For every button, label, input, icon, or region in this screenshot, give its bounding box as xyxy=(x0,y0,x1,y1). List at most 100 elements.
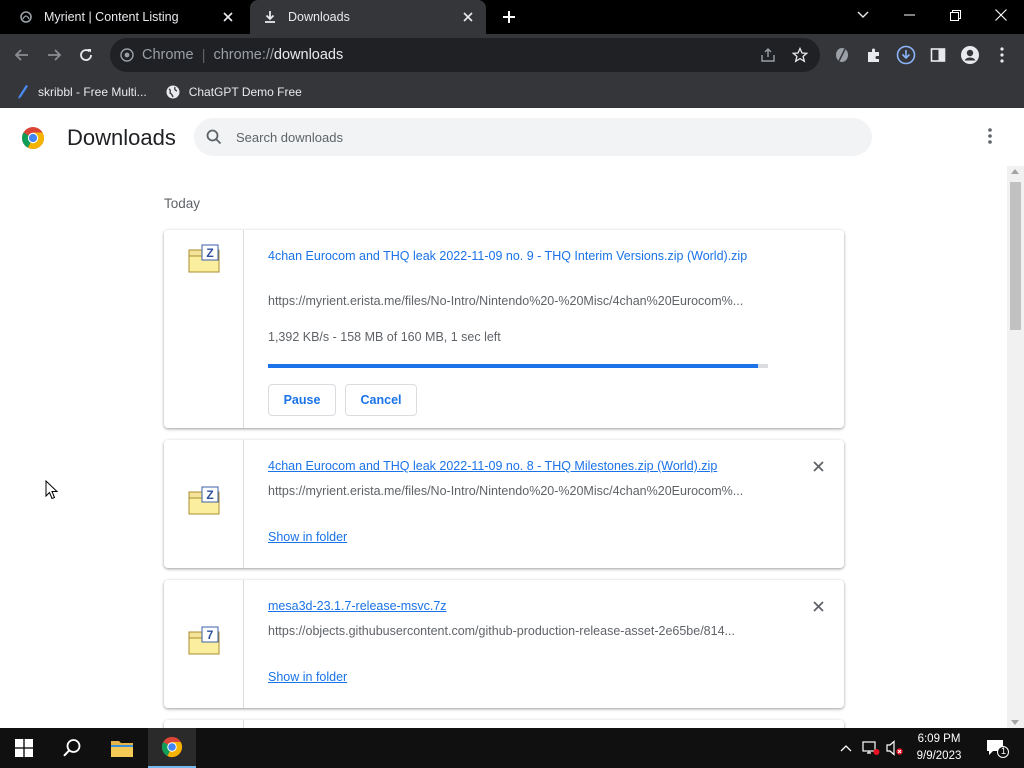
search-input[interactable] xyxy=(236,129,836,145)
download-icon xyxy=(262,9,278,25)
bookmark-star-icon[interactable] xyxy=(791,46,809,66)
arrow-right-icon xyxy=(48,49,62,61)
forward-button[interactable] xyxy=(41,42,67,68)
download-url: https://myrient.erista.me/files/No-Intro… xyxy=(268,294,744,308)
volume-button[interactable] xyxy=(884,728,906,768)
downloads-header: Downloads xyxy=(0,108,1024,166)
file-icon-column: 7 xyxy=(164,580,244,708)
close-icon xyxy=(812,460,824,472)
reload-icon xyxy=(80,49,92,61)
minimize-icon xyxy=(903,14,915,16)
close-tab-icon[interactable] xyxy=(458,7,478,27)
share-icon[interactable] xyxy=(760,47,776,66)
extensions-puzzle-icon[interactable] xyxy=(862,43,886,67)
new-tab-button[interactable] xyxy=(498,6,520,28)
close-tab-icon[interactable] xyxy=(218,7,238,27)
downloads-menu-button[interactable] xyxy=(978,124,1002,148)
scroll-up-icon[interactable] xyxy=(1011,169,1019,174)
7z-file-icon: 7 xyxy=(188,626,220,655)
download-filename-link[interactable]: mesa3d-23.1.7-release-msvc.7z xyxy=(268,596,447,616)
show-in-folder-link[interactable]: Show in folder xyxy=(268,530,347,544)
downloads-toolbar-icon[interactable] xyxy=(894,43,918,67)
start-button[interactable] xyxy=(0,728,48,768)
speaker-muted-icon xyxy=(886,740,903,756)
page-scrollbar[interactable] xyxy=(1007,166,1024,728)
chip-label: Chrome xyxy=(142,47,194,63)
title-bar: Myrient | Content Listing Downloads xyxy=(0,0,1024,34)
tab-title: Downloads xyxy=(288,10,350,24)
minimize-button[interactable] xyxy=(886,0,932,30)
file-explorer-button[interactable] xyxy=(98,728,146,768)
date-group-label: Today xyxy=(164,196,201,211)
downloads-page: Downloads Today Z 4chan Eurocom and THQ … xyxy=(0,108,1024,728)
scroll-down-icon[interactable] xyxy=(1011,720,1019,725)
tab-myrient[interactable]: Myrient | Content Listing xyxy=(0,0,246,34)
download-url: https://objects.githubusercontent.com/gi… xyxy=(268,624,735,638)
network-status-button[interactable] xyxy=(860,728,882,768)
bookmark-label: ChatGPT Demo Free xyxy=(188,85,302,99)
back-button[interactable] xyxy=(9,42,35,68)
restore-button[interactable] xyxy=(932,0,978,30)
download-item-completed: Z 4chan Eurocom and THQ leak 2022-11-09 … xyxy=(164,440,844,568)
chrome-logo-icon xyxy=(22,127,44,149)
remove-from-list-button[interactable] xyxy=(808,596,828,616)
network-icon xyxy=(862,741,880,755)
remove-from-list-button[interactable] xyxy=(808,456,828,476)
search-downloads-box[interactable] xyxy=(194,118,872,156)
pause-button[interactable]: Pause xyxy=(268,384,336,416)
profile-avatar-icon[interactable] xyxy=(958,43,982,67)
bookmark-chatgpt[interactable]: ChatGPT Demo Free xyxy=(165,84,302,100)
chrome-page-icon xyxy=(120,48,134,62)
folder-icon xyxy=(111,741,133,757)
close-window-button[interactable] xyxy=(978,0,1024,30)
address-bar[interactable]: Chrome | chrome:// downloads xyxy=(110,38,820,72)
extension-feather-icon[interactable] xyxy=(830,43,854,67)
svg-text:Z: Z xyxy=(206,488,213,502)
taskbar-search-button[interactable] xyxy=(48,728,96,768)
svg-text:7: 7 xyxy=(207,628,214,642)
chevron-down-icon xyxy=(857,11,869,18)
file-icon-column: Z xyxy=(164,230,244,428)
reload-button[interactable] xyxy=(73,42,99,68)
download-filename-link[interactable]: 4chan Eurocom and THQ leak 2022-11-09 no… xyxy=(268,246,768,266)
download-item-partial xyxy=(164,720,844,728)
url-host: downloads xyxy=(273,47,344,63)
chrome-taskbar-button[interactable] xyxy=(148,728,196,768)
close-icon xyxy=(812,600,824,612)
bookmark-skribbl[interactable]: skribbl - Free Multi... xyxy=(14,84,147,100)
chrome-logo-icon xyxy=(161,736,183,758)
myrient-favicon-icon xyxy=(18,9,34,25)
tab-search-button[interactable] xyxy=(840,0,886,30)
notification-count: 1 xyxy=(1001,746,1007,756)
page-title: Downloads xyxy=(67,125,176,150)
restore-icon xyxy=(949,9,961,21)
close-icon xyxy=(995,9,1007,21)
mouse-pointer-icon xyxy=(45,480,59,500)
show-in-folder-link[interactable]: Show in folder xyxy=(268,670,347,684)
search-icon xyxy=(63,739,81,757)
download-filename-link[interactable]: 4chan Eurocom and THQ leak 2022-11-09 no… xyxy=(268,456,717,476)
progress-fill xyxy=(268,364,758,368)
tab-title: Myrient | Content Listing xyxy=(44,10,179,24)
separator: | xyxy=(201,46,206,64)
menu-kebab-icon[interactable] xyxy=(990,43,1014,67)
notification-center-button[interactable]: 1 xyxy=(980,728,1014,768)
more-vert-icon xyxy=(988,128,992,144)
clock-time: 6:09 PM xyxy=(917,733,961,745)
show-hidden-icons-button[interactable] xyxy=(836,728,856,768)
scrollbar-thumb[interactable] xyxy=(1010,182,1021,330)
tab-downloads[interactable]: Downloads xyxy=(250,0,486,34)
cancel-button[interactable]: Cancel xyxy=(345,384,417,416)
arrow-left-icon xyxy=(14,49,28,61)
download-item-in-progress: Z 4chan Eurocom and THQ leak 2022-11-09 … xyxy=(164,230,844,428)
globe-icon xyxy=(165,84,181,100)
chevron-up-icon xyxy=(840,745,852,752)
system-clock[interactable]: 6:09 PM 9/9/2023 xyxy=(906,731,972,765)
skribbl-icon xyxy=(14,84,30,100)
plus-icon xyxy=(503,11,515,23)
side-panel-icon[interactable] xyxy=(926,43,950,67)
browser-toolbar: Chrome | chrome:// downloads xyxy=(0,34,1024,76)
file-icon-column xyxy=(164,720,244,728)
download-item-completed: 7 mesa3d-23.1.7-release-msvc.7z https://… xyxy=(164,580,844,708)
search-icon xyxy=(206,129,222,145)
